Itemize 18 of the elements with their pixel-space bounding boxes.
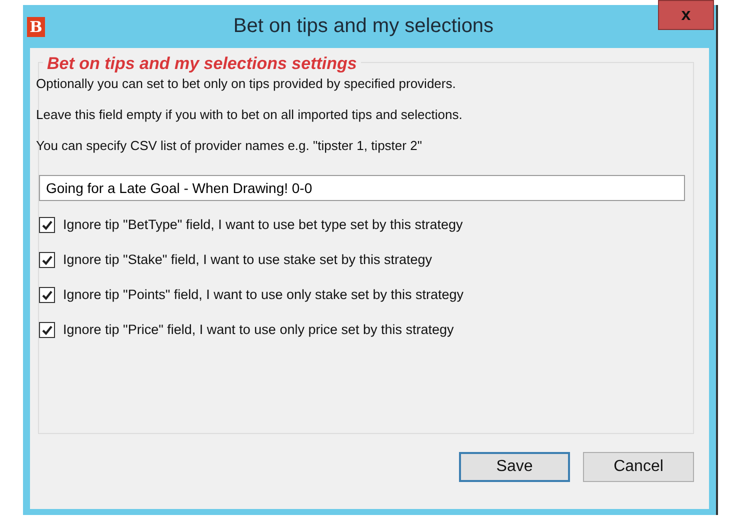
checkbox[interactable]	[39, 216, 55, 232]
providers-field[interactable]: Going for a Late Goal - When Drawing! 0-0	[39, 175, 685, 201]
app-logo: B	[27, 16, 45, 36]
description-text: Optionally you can set to bet only on tips provided by specified providers.	[36, 76, 457, 91]
description-text: You can specify CSV list of provider names e.g. "tipster 1, tipster 2"	[36, 138, 423, 153]
checkbox-label: Ignore tip "Price" field, I want to use only price set by this strategy	[63, 322, 454, 337]
cancel-button[interactable]: Cancel	[583, 452, 694, 482]
checkbox-label: Ignore tip "Stake" field, I want to use stake set by this strategy	[63, 252, 432, 267]
checkbox-label: Ignore tip "Points" field, I want to use only stake set by this strategy	[63, 287, 464, 302]
description-text: Leave this field empty if you with to bet on all imported tips and selections.	[36, 107, 464, 122]
save-button[interactable]: Save	[459, 452, 570, 482]
group-title: Bet on tips and my selections settings	[43, 54, 361, 74]
close-button[interactable]: x	[658, 0, 714, 30]
checkbox-label: Ignore tip "BetType" field, I want to use bet type set by this strategy	[63, 217, 463, 232]
checkbox[interactable]	[39, 286, 55, 302]
window-title: Bet on tips and my selections	[232, 15, 495, 38]
checkbox[interactable]	[39, 252, 55, 268]
checkbox[interactable]	[39, 322, 55, 338]
